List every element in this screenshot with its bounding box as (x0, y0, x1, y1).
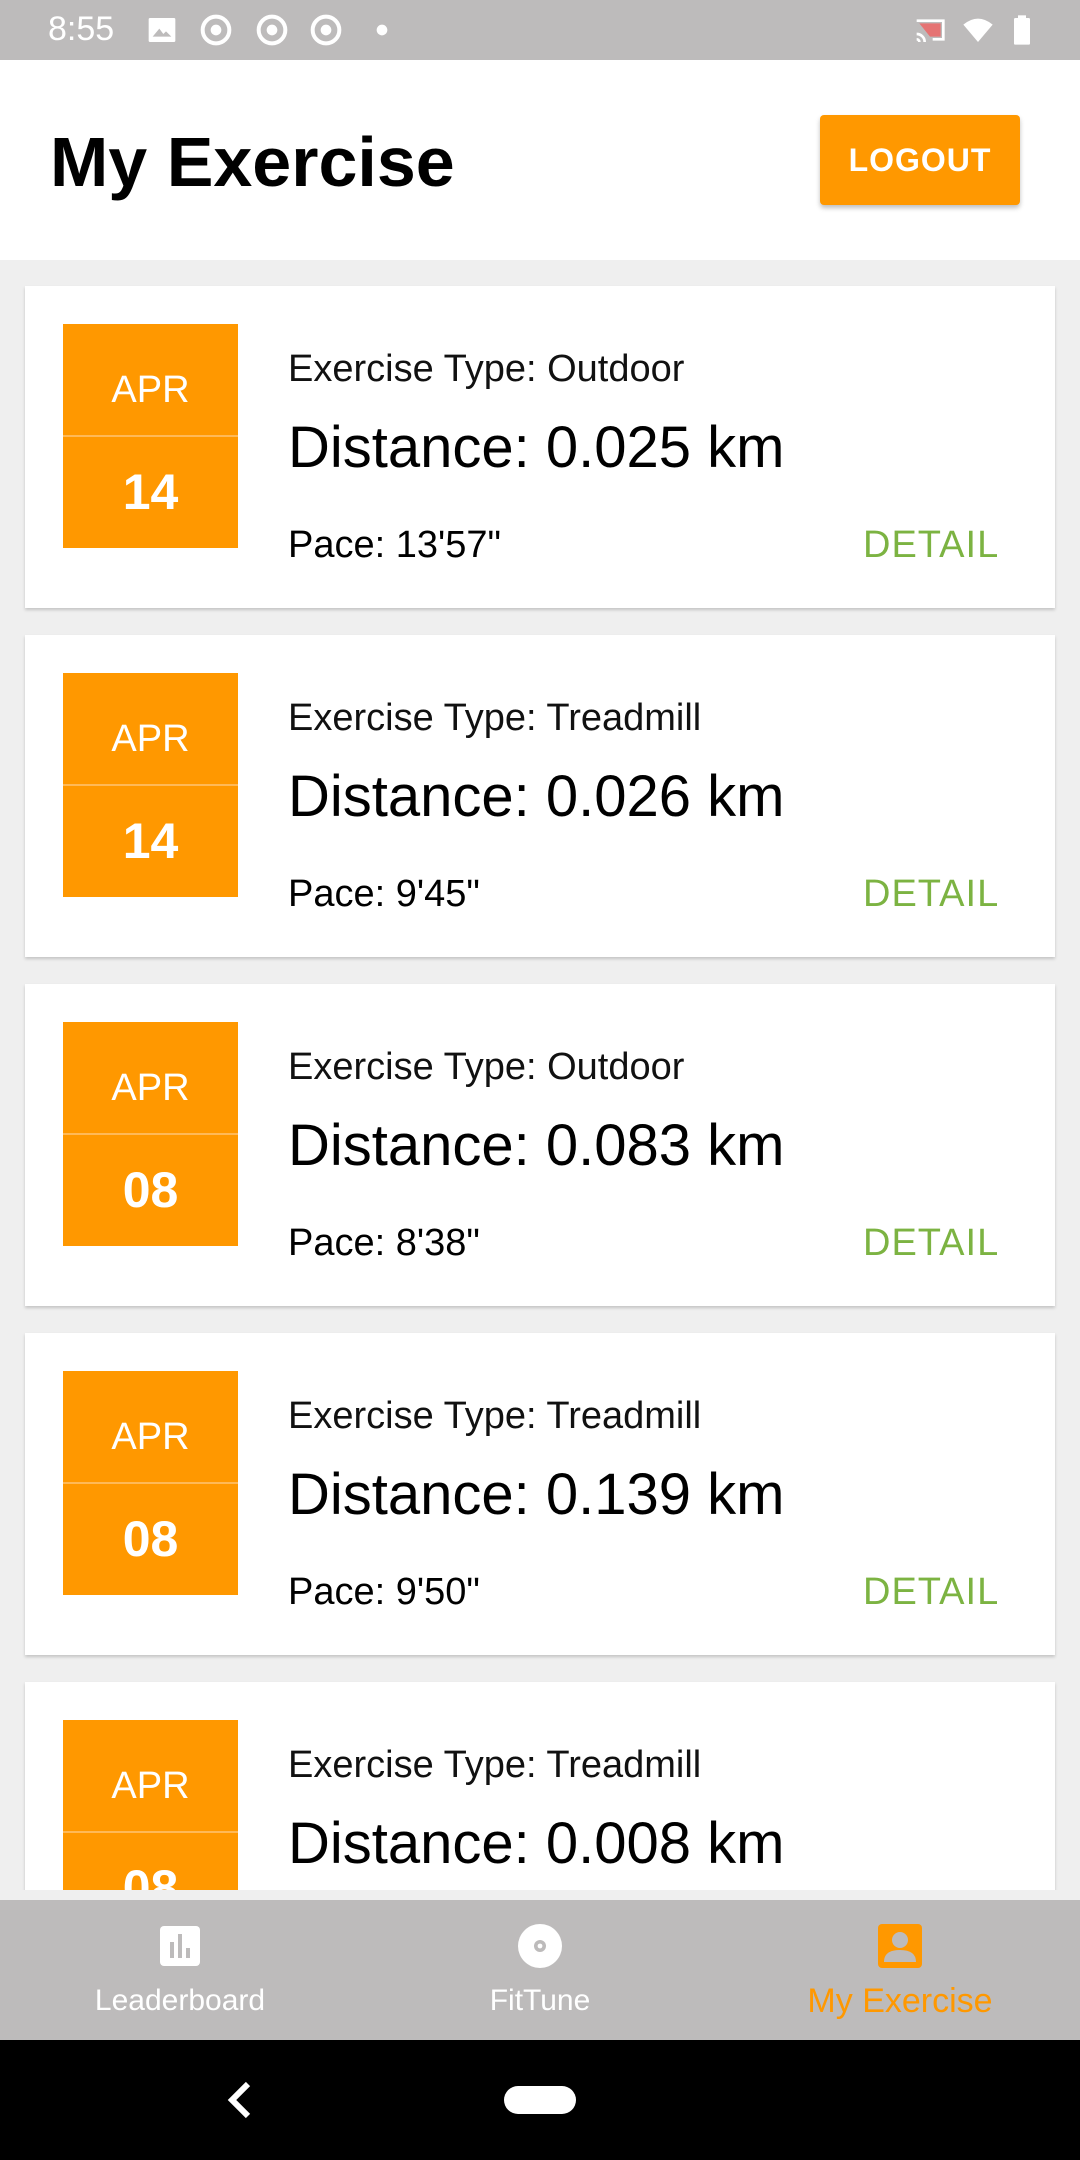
date-month: APR (111, 1765, 190, 1807)
chrome-icon (256, 14, 288, 46)
exercise-distance: Distance: 0.025 km (288, 415, 785, 480)
app-screen: 8:55 My Exercise LOGOUT APR 14 Exercise … (0, 0, 1080, 2160)
battery-icon (1014, 15, 1030, 45)
exercise-type: Exercise Type: Outdoor (288, 348, 685, 390)
wifi-icon (963, 18, 993, 42)
bar-chart-icon (160, 1926, 200, 1966)
date-day: 14 (122, 464, 179, 520)
exercise-list[interactable]: APR 14 Exercise Type: Outdoor Distance: … (0, 260, 1080, 1890)
tab-label: Leaderboard (94, 1984, 266, 2017)
exercise-type: Exercise Type: Treadmill (288, 1395, 702, 1437)
exercise-type: Exercise Type: Treadmill (288, 1744, 702, 1786)
exercise-distance: Distance: 0.026 km (288, 764, 785, 829)
status-bar: 8:55 (0, 0, 1080, 60)
exercise-card: APR 08 Exercise Type: Treadmill Distance… (25, 1682, 1055, 1890)
exercise-type: Exercise Type: Outdoor (288, 1046, 685, 1088)
image-icon (148, 18, 176, 42)
tab-fittune[interactable]: FitTune (360, 1900, 720, 2040)
cast-icon (916, 19, 945, 43)
tab-label: FitTune (489, 1984, 591, 2017)
date-day: 14 (122, 813, 179, 869)
exercise-distance: Distance: 0.139 km (288, 1462, 785, 1527)
tab-my-exercise[interactable]: My Exercise (720, 1900, 1080, 2040)
detail-button[interactable]: DETAIL (863, 514, 999, 577)
home-button[interactable] (504, 2086, 576, 2114)
date-badge: APR 14 (63, 673, 238, 897)
status-time: 8:55 (48, 10, 115, 48)
exercise-pace: Pace: 8'38" (288, 1222, 480, 1264)
exercise-pace: Pace: 13'57" (288, 524, 502, 566)
back-icon[interactable] (220, 2076, 260, 2124)
exercise-card: APR 08 Exercise Type: Treadmill Distance… (25, 1333, 1055, 1655)
date-badge: APR 08 (63, 1371, 238, 1595)
date-day: 08 (122, 1860, 179, 1890)
page-title: My Exercise (50, 123, 455, 201)
bottom-navigation: Leaderboard FitTune My Exercise (0, 1900, 1080, 2040)
exercise-pace: Pace: 9'45" (288, 873, 480, 915)
person-icon (878, 1924, 922, 1968)
exercise-type: Exercise Type: Treadmill (288, 697, 702, 739)
date-month: APR (111, 369, 190, 411)
exercise-card: APR 14 Exercise Type: Treadmill Distance… (25, 635, 1055, 957)
date-day: 08 (122, 1162, 179, 1218)
date-month: APR (111, 718, 190, 760)
date-day: 08 (122, 1511, 179, 1567)
date-month: APR (111, 1067, 190, 1109)
tab-label: My Exercise (807, 1982, 993, 2020)
notification-dot-icon (376, 24, 388, 36)
chrome-icon (310, 14, 342, 46)
tab-leaderboard[interactable]: Leaderboard (0, 1900, 360, 2040)
logout-button[interactable]: LOGOUT (820, 115, 1020, 205)
date-badge: APR 08 (63, 1022, 238, 1246)
app-header: My Exercise LOGOUT (0, 60, 1080, 260)
date-badge: APR 14 (63, 324, 238, 548)
exercise-distance: Distance: 0.008 km (288, 1811, 785, 1876)
exercise-card: APR 14 Exercise Type: Outdoor Distance: … (25, 286, 1055, 608)
detail-button[interactable]: DETAIL (863, 863, 999, 926)
exercise-pace: Pace: 9'50" (288, 1571, 480, 1613)
date-month: APR (111, 1416, 190, 1458)
exercise-distance: Distance: 0.083 km (288, 1113, 785, 1178)
disc-icon (518, 1924, 562, 1968)
detail-button[interactable]: DETAIL (863, 1561, 999, 1624)
date-badge: APR 08 (63, 1720, 238, 1890)
detail-button[interactable]: DETAIL (863, 1212, 999, 1275)
exercise-card: APR 08 Exercise Type: Outdoor Distance: … (25, 984, 1055, 1306)
chrome-icon (200, 14, 232, 46)
system-navigation-bar (0, 2040, 1080, 2160)
